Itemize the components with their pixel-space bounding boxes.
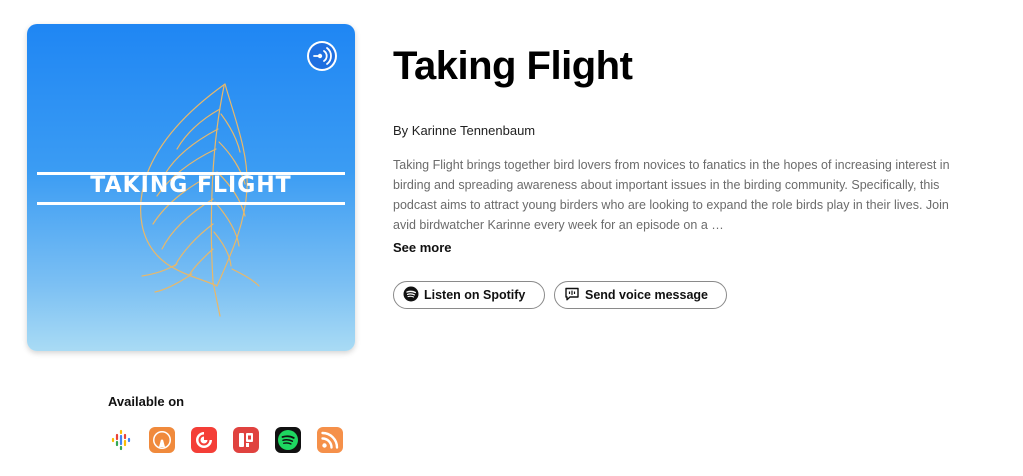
rss-icon: [317, 427, 343, 453]
spotify-icon: [403, 286, 419, 305]
send-voice-message-label: Send voice message: [585, 288, 708, 302]
google-podcasts-link[interactable]: [108, 427, 134, 453]
podcast-title: Taking Flight: [393, 44, 633, 88]
podcast-cover-art: TAKING FLIGHT: [27, 24, 355, 351]
see-more-link[interactable]: See more: [393, 240, 452, 255]
radiopublic-icon: [233, 427, 259, 453]
pocket-casts-link[interactable]: [191, 427, 217, 453]
podcast-description: Taking Flight brings together bird lover…: [393, 158, 950, 232]
voice-message-icon: [564, 286, 580, 305]
radiopublic-link[interactable]: [233, 427, 259, 453]
cover-title-text: TAKING FLIGHT: [90, 173, 292, 198]
overcast-icon: [149, 427, 175, 453]
available-on-heading: Available on: [108, 394, 185, 409]
spotify-icon: [275, 427, 301, 453]
overcast-link[interactable]: [149, 427, 175, 453]
send-voice-message-button[interactable]: Send voice message: [554, 281, 727, 309]
listen-on-spotify-button[interactable]: Listen on Spotify: [393, 281, 545, 309]
podcast-author: By Karinne Tennenbaum: [393, 123, 536, 138]
listen-on-spotify-label: Listen on Spotify: [424, 288, 526, 302]
google-podcasts-icon: [111, 429, 131, 451]
spotify-link[interactable]: [275, 427, 301, 453]
rss-feed-link[interactable]: [317, 427, 343, 453]
pocket-casts-icon: [191, 427, 217, 453]
anchor-logo-icon: [307, 41, 337, 71]
cover-band-bottom-line: [37, 202, 345, 205]
